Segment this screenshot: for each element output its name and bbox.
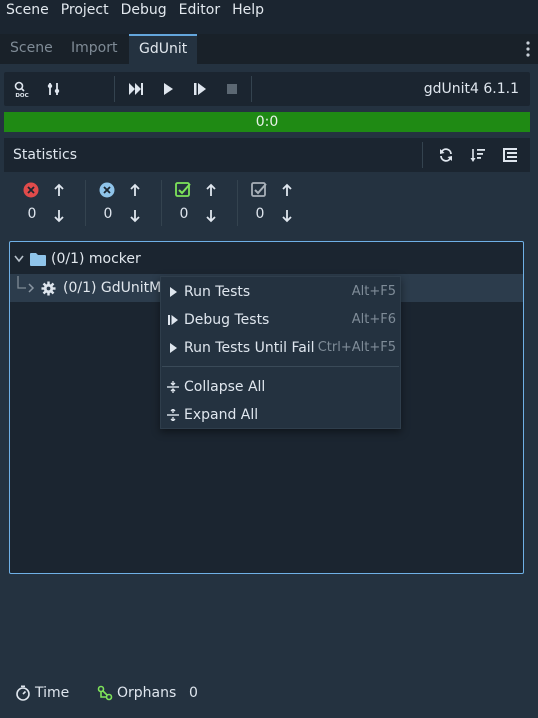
kebab-menu-icon[interactable] (526, 41, 530, 57)
svg-text:DOC: DOC (15, 93, 28, 98)
passed-count: 0 (179, 206, 189, 222)
counter-separator (85, 180, 86, 226)
stopwatch-icon (16, 685, 30, 701)
menu-editor[interactable]: Editor (173, 0, 226, 22)
sort-down-icon[interactable] (129, 209, 141, 223)
tree-view-icon[interactable] (501, 146, 519, 164)
tree-item-mocker[interactable]: (0/1) mocker (10, 245, 523, 273)
menu-scene[interactable]: Scene (0, 0, 55, 22)
tree-item-label: (0/1) mocker (51, 251, 141, 267)
menubar: Scene Project Debug Editor Help (0, 0, 538, 22)
sort-down-icon[interactable] (205, 209, 217, 223)
context-menu: Run Tests Alt+F5 Debug Tests Alt+F6 Run … (160, 276, 401, 429)
toolbar-separator (251, 76, 252, 102)
gear-icon (41, 281, 56, 296)
orphans-icon (97, 685, 113, 701)
menu-item-expand-all[interactable]: Expand All (161, 401, 400, 429)
menu-item-shortcut: Alt+F6 (351, 312, 396, 327)
expand-icon (167, 409, 179, 421)
menu-item-debug-tests[interactable]: Debug Tests Alt+F6 (161, 306, 400, 334)
run-icon[interactable] (159, 80, 177, 98)
statistics-counters: 0 0 0 0 (0, 176, 538, 232)
folder-icon (30, 253, 46, 266)
statistics-header: Statistics (4, 138, 530, 172)
gdunit-toolbar: DOC gdUnit4 6.1.1 (4, 72, 530, 106)
menu-separator (162, 366, 399, 367)
chevron-down-icon[interactable] (14, 255, 24, 263)
menu-item-label: Debug Tests (184, 312, 270, 328)
tab-gdunit[interactable]: GdUnit (129, 34, 198, 64)
menu-item-label: Expand All (184, 407, 259, 423)
menu-project[interactable]: Project (55, 0, 115, 22)
toolbar-separator (422, 142, 423, 168)
menu-item-label: Run Tests Until Fail (184, 340, 315, 356)
error-count: 0 (27, 206, 37, 222)
status-footer: Time Orphans 0 (0, 675, 538, 711)
tab-import[interactable]: Import (61, 34, 127, 64)
dock-tabbar: Scene Import GdUnit (0, 34, 538, 64)
play-icon (170, 287, 177, 297)
menu-item-run-tests[interactable]: Run Tests Alt+F5 (161, 278, 400, 306)
chevron-right-icon[interactable] (27, 283, 35, 293)
menu-item-collapse-all[interactable]: Collapse All (161, 373, 400, 401)
sort-down-icon[interactable] (53, 209, 65, 223)
counter-separator (237, 180, 238, 226)
sort-icon[interactable] (469, 146, 487, 164)
sort-up-icon[interactable] (281, 183, 293, 197)
menu-item-shortcut: Alt+F5 (351, 284, 396, 299)
run-all-icon[interactable] (127, 80, 145, 98)
debug-run-icon[interactable] (191, 80, 209, 98)
version-label: gdUnit4 6.1.1 (423, 81, 519, 97)
skipped-count: 0 (255, 206, 265, 222)
tree-item-label: (0/1) GdUnitMc (63, 280, 169, 296)
sort-up-icon[interactable] (205, 183, 217, 197)
menu-item-label: Collapse All (184, 379, 266, 395)
doc-icon[interactable]: DOC (13, 80, 31, 98)
refresh-icon[interactable] (437, 146, 455, 164)
error-icon (23, 182, 39, 198)
tree-line (17, 276, 26, 289)
orphans-label: Orphans (117, 685, 177, 701)
menu-item-shortcut: Ctrl+Alt+F5 (317, 340, 396, 355)
debug-play-icon (168, 315, 178, 325)
collapse-icon (167, 381, 179, 393)
menu-item-run-until-fail[interactable]: Run Tests Until Fail Ctrl+Alt+F5 (161, 334, 400, 362)
play-icon (170, 343, 177, 353)
failure-count: 0 (103, 206, 113, 222)
menu-item-label: Run Tests (184, 284, 251, 300)
menu-help[interactable]: Help (226, 0, 270, 22)
failure-icon (99, 182, 115, 198)
stop-icon[interactable] (223, 80, 241, 98)
sort-down-icon[interactable] (281, 209, 293, 223)
time-label: Time (35, 685, 70, 701)
skipped-icon (251, 182, 267, 198)
settings-tools-icon[interactable] (45, 80, 63, 98)
passed-icon (175, 182, 191, 198)
menu-debug[interactable]: Debug (115, 0, 173, 22)
sort-up-icon[interactable] (129, 183, 141, 197)
progress-bar: 0:0 (4, 112, 530, 132)
sort-up-icon[interactable] (53, 183, 65, 197)
counter-separator (161, 180, 162, 226)
orphans-count: 0 (189, 685, 198, 701)
tab-scene[interactable]: Scene (0, 34, 63, 64)
statistics-title: Statistics (13, 147, 77, 163)
toolbar-separator (114, 76, 115, 102)
